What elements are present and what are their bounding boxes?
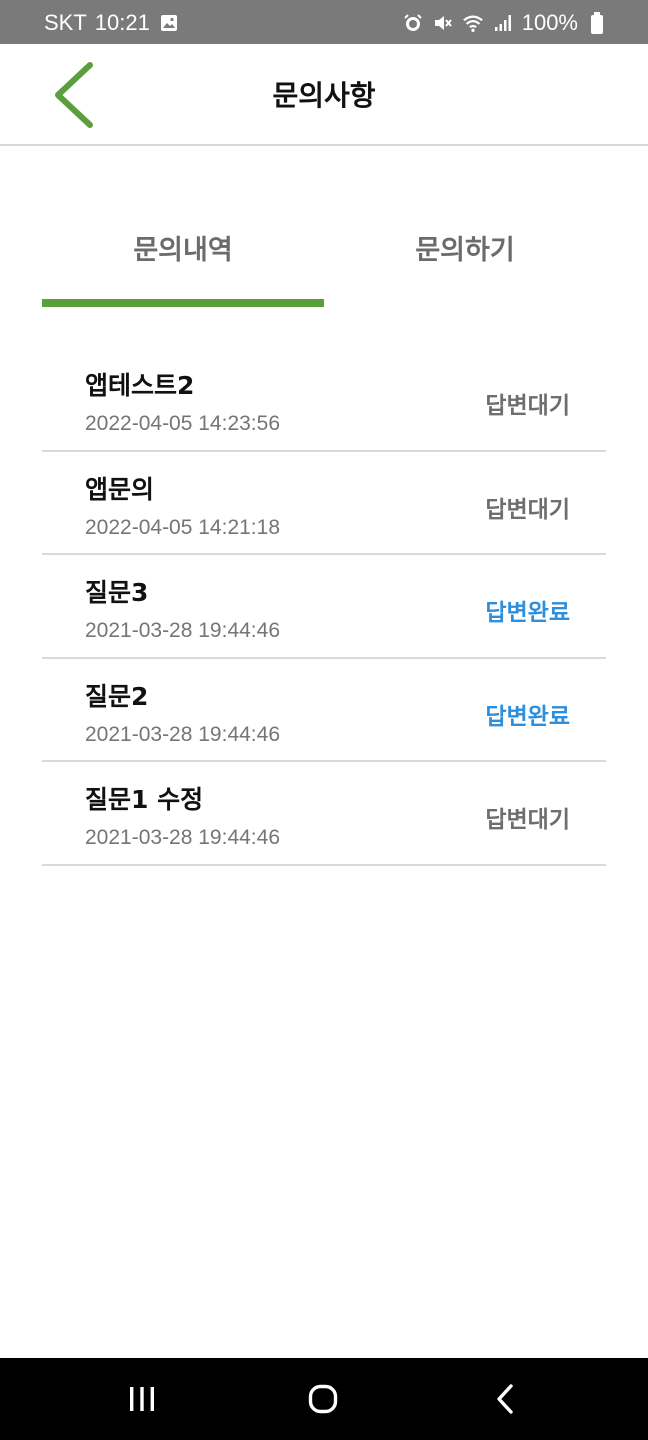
active-tab-indicator [42, 299, 324, 307]
tab-inquiry-history[interactable]: 문의내역 [42, 228, 324, 267]
signal-icon [492, 12, 514, 34]
app-bar: 문의사항 [0, 44, 648, 146]
battery-icon [586, 12, 608, 34]
list-item[interactable]: 질문3 2021-03-28 19:44:46 답변완료 [42, 555, 606, 659]
status-badge: 답변완료 [485, 703, 570, 730]
inquiry-title: 앱문의 [85, 474, 155, 504]
status-badge: 답변완료 [485, 600, 570, 626]
list-item[interactable]: 앱문의 2022-04-05 14:21:18 답변대기 [42, 452, 606, 555]
recent-apps-icon [130, 1387, 154, 1411]
inquiry-date: 2022-04-05 14:21:18 [85, 515, 280, 539]
inquiry-title: 질문2 [85, 681, 149, 711]
battery-percent: 100% [521, 10, 578, 35]
clock: 10:21 [94, 10, 150, 35]
status-right: 100% [402, 10, 608, 36]
inquiry-date: 2022-04-05 14:23:56 [85, 412, 280, 435]
system-back-button[interactable] [475, 1376, 535, 1422]
inquiry-date: 2021-03-28 19:44:46 [85, 826, 280, 849]
status-badge: 답변대기 [485, 496, 570, 523]
inquiry-date: 2021-03-28 19:44:46 [85, 619, 280, 642]
tab-new-inquiry[interactable]: 문의하기 [324, 228, 606, 267]
list-item[interactable]: 앱테스트2 2022-04-05 14:23:56 답변대기 [42, 348, 606, 452]
home-icon [308, 1384, 338, 1414]
mute-icon [432, 12, 454, 34]
status-badge: 답변대기 [485, 807, 570, 833]
status-badge: 답변대기 [485, 393, 570, 419]
system-nav-bar [0, 1358, 648, 1440]
inquiry-title: 질문3 [85, 578, 149, 607]
inquiry-title: 앱테스트2 [85, 371, 195, 400]
back-icon [497, 1384, 513, 1414]
status-bar: SKT 10:21 100% [0, 0, 648, 44]
status-left: SKT 10:21 [44, 10, 180, 36]
carrier-label: SKT [44, 10, 87, 35]
recent-apps-button[interactable] [112, 1376, 172, 1422]
list-item[interactable]: 질문2 2021-03-28 19:44:46 답변완료 [42, 659, 606, 762]
inquiry-date: 2021-03-28 19:44:46 [85, 722, 280, 746]
list-item[interactable]: 질문1 수정 2021-03-28 19:44:46 답변대기 [42, 762, 606, 866]
inquiry-title: 질문1 수정 [85, 785, 204, 814]
page-title: 문의사항 [272, 79, 376, 112]
inquiry-list: 앱테스트2 2022-04-05 14:23:56 답변대기 앱문의 2022-… [42, 348, 606, 866]
tab-bar: 문의내역 문의하기 [42, 146, 606, 308]
alarm-icon [402, 12, 424, 34]
home-button[interactable] [293, 1376, 353, 1422]
wifi-icon [462, 12, 484, 34]
gallery-icon [158, 12, 180, 34]
